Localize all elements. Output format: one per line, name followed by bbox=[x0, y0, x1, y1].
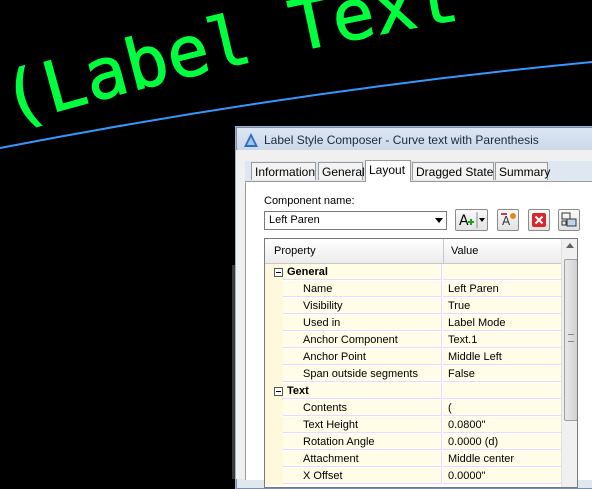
dialog-title: Label Style Composer - Curve text with P… bbox=[264, 133, 539, 147]
property-name: X Offset bbox=[283, 468, 442, 484]
svg-text:A: A bbox=[459, 213, 469, 229]
row-gutter bbox=[265, 434, 283, 451]
grip-icon bbox=[568, 334, 574, 342]
collapse-icon[interactable] bbox=[274, 387, 283, 396]
tab-dragged-state[interactable]: Dragged State bbox=[412, 162, 494, 180]
component-name-label: Component name: bbox=[264, 195, 355, 207]
row-gutter bbox=[265, 400, 283, 417]
property-row[interactable]: Text Height 0.0800" bbox=[265, 417, 561, 434]
column-divider[interactable] bbox=[443, 239, 444, 263]
component-name-dropdown[interactable]: Left Paren bbox=[264, 211, 447, 230]
row-gutter bbox=[265, 349, 283, 366]
category-value-cell bbox=[443, 264, 561, 280]
property-name: Span outside segments bbox=[283, 366, 442, 382]
delete-component-icon bbox=[532, 213, 546, 227]
property-name: Anchor Component bbox=[283, 332, 442, 348]
create-text-component-button[interactable]: A bbox=[455, 209, 488, 231]
tab-general[interactable]: General bbox=[318, 162, 365, 180]
property-value[interactable]: False bbox=[443, 366, 561, 382]
property-value[interactable]: 0.0800" bbox=[443, 417, 561, 433]
property-row[interactable]: Span outside segments False bbox=[265, 366, 561, 383]
component-name-value: Left Paren bbox=[269, 214, 320, 226]
chevron-down-icon bbox=[435, 218, 443, 223]
grid-rows: General Name Left Paren Visibility True Used … bbox=[265, 264, 561, 485]
row-gutter bbox=[265, 281, 283, 298]
row-gutter bbox=[265, 417, 283, 434]
property-value[interactable]: Middle Left bbox=[443, 349, 561, 365]
row-gutter bbox=[265, 332, 283, 349]
property-row[interactable]: X Offset 0.0000" bbox=[265, 468, 561, 485]
property-value[interactable]: Middle center bbox=[443, 451, 561, 467]
category-row[interactable]: Text bbox=[265, 383, 561, 400]
category-row[interactable]: General bbox=[265, 264, 561, 281]
property-name: Attachment bbox=[283, 451, 442, 467]
create-text-component-icon: A bbox=[459, 212, 485, 229]
copy-component-button[interactable]: A bbox=[497, 209, 519, 231]
category-label: General bbox=[283, 264, 442, 280]
curve-label-text[interactable]: (Label Text) bbox=[0, 0, 465, 142]
collapse-icon[interactable] bbox=[274, 268, 283, 277]
property-row[interactable]: Name Left Paren bbox=[265, 281, 561, 298]
svg-text:A: A bbox=[502, 214, 511, 228]
dialog-left-margin bbox=[236, 150, 245, 479]
row-gutter bbox=[265, 298, 283, 315]
property-column-header[interactable]: Property bbox=[274, 245, 316, 257]
property-row[interactable]: Visibility True bbox=[265, 298, 561, 315]
scroll-thumb[interactable] bbox=[564, 259, 577, 421]
property-value[interactable]: 0.0000 (d) bbox=[443, 434, 561, 450]
tab-layout[interactable]: Layout bbox=[365, 160, 411, 182]
property-name: Anchor Point bbox=[283, 349, 442, 365]
delete-component-button[interactable] bbox=[528, 209, 550, 231]
property-value[interactable]: ( bbox=[443, 400, 561, 416]
property-value[interactable]: Left Paren bbox=[443, 281, 561, 297]
row-gutter bbox=[265, 366, 283, 383]
property-name: Contents bbox=[283, 400, 442, 416]
tab-summary[interactable]: Summary bbox=[495, 162, 550, 180]
row-gutter bbox=[265, 315, 283, 332]
copy-component-icon: A bbox=[501, 213, 516, 228]
property-name: Visibility bbox=[283, 298, 442, 314]
component-draw-order-button[interactable] bbox=[558, 209, 580, 231]
property-row[interactable]: Contents( bbox=[265, 400, 561, 417]
property-row[interactable]: Used in Label Mode bbox=[265, 315, 561, 332]
property-row[interactable]: Anchor Component Text.1 bbox=[265, 332, 561, 349]
row-gutter bbox=[265, 468, 283, 485]
value-column-header[interactable]: Value bbox=[451, 245, 478, 257]
grid-header: Property Value bbox=[265, 239, 561, 264]
row-gutter bbox=[265, 451, 283, 468]
property-row[interactable]: Anchor Point Middle Left bbox=[265, 349, 561, 366]
property-grid[interactable]: Property Value General Name Left Paren Visi… bbox=[264, 238, 578, 488]
property-name: Name bbox=[283, 281, 442, 297]
property-row[interactable]: Rotation Angle 0.0000 (d) bbox=[265, 434, 561, 451]
draw-order-icon bbox=[561, 212, 577, 227]
property-row[interactable]: Attachment Middle center bbox=[265, 451, 561, 468]
tab-strip-background bbox=[245, 150, 592, 161]
property-name: Rotation Angle bbox=[283, 434, 442, 450]
property-value[interactable]: 0.0000" bbox=[443, 468, 561, 484]
property-name: Used in bbox=[283, 315, 442, 331]
tab-information[interactable]: Information bbox=[251, 162, 316, 180]
property-value[interactable]: Text.1 bbox=[443, 332, 561, 348]
scroll-up-arrow-icon[interactable] bbox=[566, 243, 574, 248]
category-label: Text bbox=[283, 383, 442, 399]
vertical-scrollbar[interactable] bbox=[561, 239, 577, 487]
property-value[interactable]: True bbox=[443, 298, 561, 314]
category-value-cell bbox=[443, 383, 561, 399]
property-name: Text Height bbox=[283, 417, 442, 433]
property-value[interactable]: Label Mode bbox=[443, 315, 561, 331]
civil3d-app-icon bbox=[244, 133, 258, 147]
